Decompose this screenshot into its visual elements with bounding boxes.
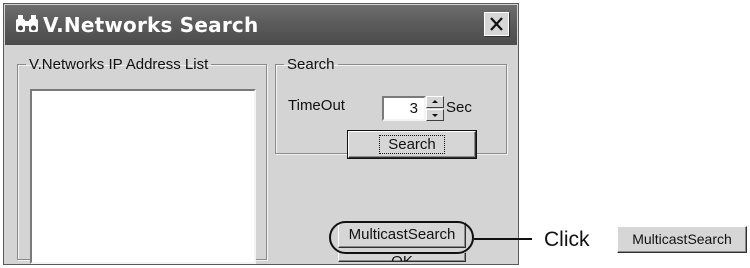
callout-leader-line (474, 238, 532, 240)
timeout-input[interactable]: 3 (382, 96, 426, 121)
search-button[interactable]: Search (347, 130, 477, 159)
window-title: V.Networks Search (43, 13, 259, 37)
binoculars-icon (16, 15, 38, 32)
ip-address-group: V.Networks IP Address List (17, 56, 267, 264)
callout-highlight-ring (329, 221, 474, 254)
spin-up-arrow-icon[interactable] (426, 96, 444, 108)
title-bar[interactable]: V.Networks Search (5, 5, 517, 45)
ip-address-group-label: V.Networks IP Address List (29, 56, 209, 73)
spin-down-arrow-icon[interactable] (426, 109, 444, 121)
callout-click-text: Click (544, 228, 590, 251)
close-icon (490, 17, 503, 31)
search-group-label: Search (287, 56, 335, 73)
ip-address-list[interactable] (30, 89, 256, 264)
seconds-unit-label: Sec (446, 99, 472, 116)
callout-button-sample: MulticastSearch (617, 226, 747, 253)
close-button[interactable] (484, 12, 509, 36)
timeout-label: TimeOut (288, 97, 345, 114)
timeout-spinner (426, 96, 444, 121)
search-button-label: Search (379, 135, 445, 154)
search-group: Search TimeOut 3 Sec Search (275, 56, 507, 159)
